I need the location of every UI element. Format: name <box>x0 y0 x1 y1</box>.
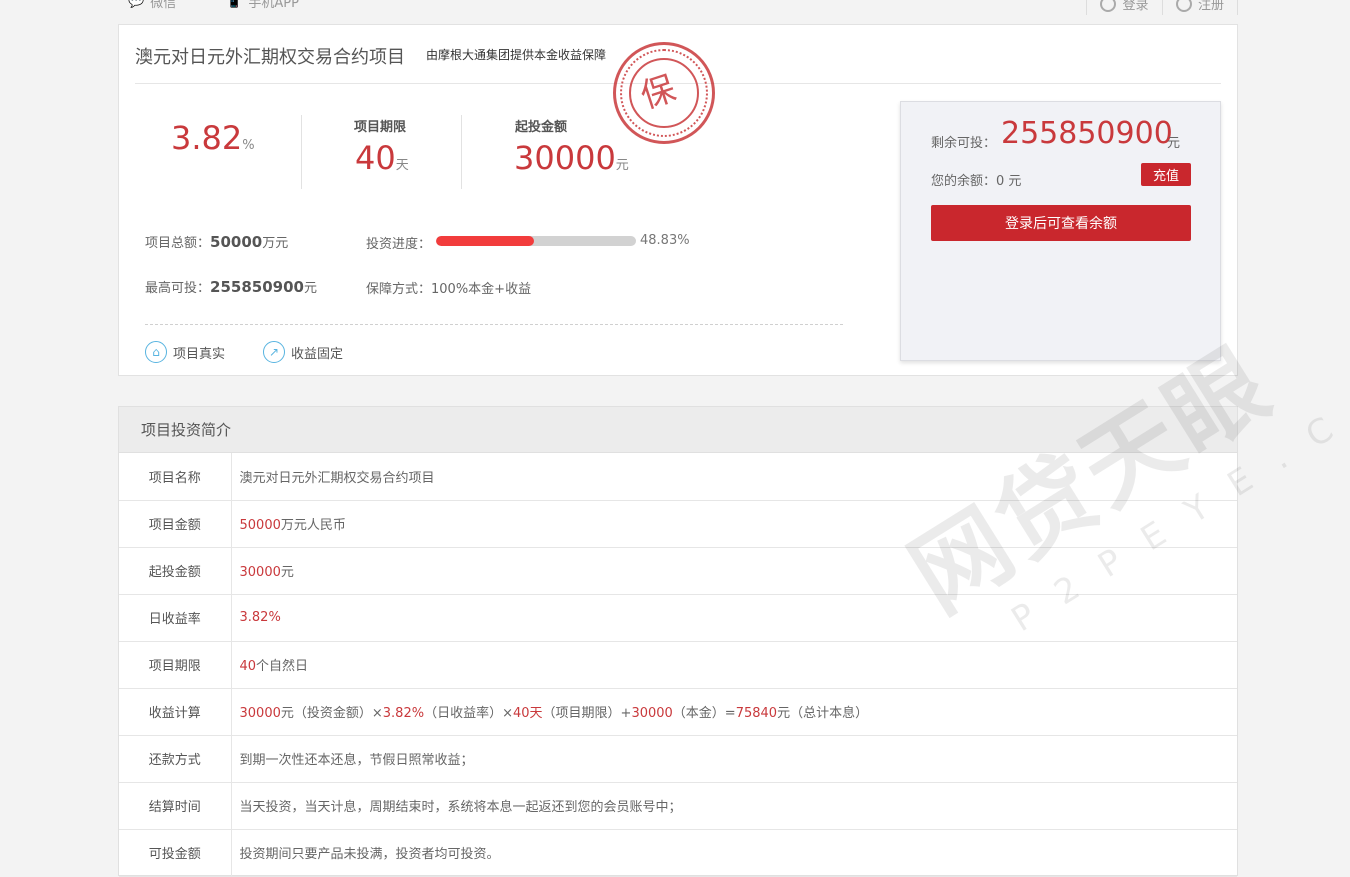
row-key: 项目期限 <box>119 641 232 689</box>
progress-fill <box>436 236 534 246</box>
row-value: 到期一次性还本还息，节假日照常收益； <box>231 735 1237 783</box>
row-key: 还款方式 <box>119 735 232 783</box>
user-icon <box>1100 0 1117 12</box>
guarantee-stamp: 保 <box>613 42 715 144</box>
row-key: 收益计算 <box>119 688 232 736</box>
row-value: 50000万元人民币 <box>231 500 1237 548</box>
table-row: 项目期限 40个自然日 <box>119 641 1237 689</box>
remaining-value: 255850900 <box>1001 116 1173 151</box>
table-row: 还款方式 到期一次性还本还息，节假日照常收益； <box>119 735 1237 783</box>
project-card: 澳元对日元外汇期权交易合约项目 由摩根大通集团提供本金收益保障 保 3.82% … <box>118 24 1238 376</box>
top-bar: 💬 微信 📱 手机APP 登录 注册 <box>0 0 1350 15</box>
house-icon: ⌂ <box>145 341 167 363</box>
row-key: 项目名称 <box>119 453 232 501</box>
table-row: 可投金额 投资期间只要产品未投满，投资者均可投资。 <box>119 829 1237 877</box>
top-right-links: 登录 注册 <box>1086 0 1238 15</box>
phone-icon: 📱 <box>226 0 243 9</box>
project-title: 澳元对日元外汇期权交易合约项目 <box>135 47 405 68</box>
feature-real: ⌂ 项目真实 <box>145 341 225 363</box>
row-value: 30000元（投资金额）×3.82%（日收益率）×40天（项目期限）+30000… <box>231 688 1237 736</box>
row-value: 当天投资，当天计息，周期结束时，系统将本息一起返还到您的会员账号中； <box>231 782 1237 830</box>
trend-icon: ↗ <box>263 341 285 363</box>
feature-fixed: ↗ 收益固定 <box>263 341 343 363</box>
wechat-link[interactable]: 💬 微信 <box>128 0 176 11</box>
row-key: 可投金额 <box>119 829 232 877</box>
guarantee-note: 由摩根大通集团提供本金收益保障 <box>426 48 607 62</box>
guarantee-method: 保障方式：100%本金+收益 <box>366 282 532 297</box>
min-invest-label: 起投金额 <box>515 120 568 135</box>
wechat-icon: 💬 <box>128 0 145 9</box>
recharge-button[interactable]: 充值 <box>1141 163 1191 186</box>
top-left-links: 💬 微信 📱 手机APP <box>128 0 299 11</box>
term-stat: 40天 <box>355 139 409 177</box>
table-row: 收益计算 30000元（投资金额）×3.82%（日收益率）×40天（项目期限）+3… <box>119 688 1237 736</box>
table-row: 起投金额 30000元 <box>119 547 1237 595</box>
row-key: 起投金额 <box>119 547 232 595</box>
stat-divider <box>461 115 462 189</box>
term-label: 项目期限 <box>354 120 407 135</box>
stat-divider <box>301 115 302 189</box>
row-key: 项目金额 <box>119 500 232 548</box>
row-key: 日收益率 <box>119 594 232 642</box>
login-link[interactable]: 登录 <box>1086 0 1162 15</box>
invest-panel: 剩余可投： 255850900 元 您的余额：0 元 充值 登录后可查看余额 <box>900 101 1221 361</box>
table-row: 项目金额 50000万元人民币 <box>119 500 1237 548</box>
intro-table: 项目名称 澳元对日元外汇期权交易合约项目 项目金额 50000万元人民币 起投金额 3… <box>119 453 1237 877</box>
row-key: 结算时间 <box>119 782 232 830</box>
progress-label: 投资进度： <box>366 237 432 252</box>
remaining-label: 剩余可投： <box>931 136 997 151</box>
max-invest: 最高可投：255850900元 <box>145 278 317 296</box>
table-row: 日收益率 3.82% <box>119 594 1237 642</box>
row-value: 澳元对日元外汇期权交易合约项目 <box>231 453 1237 501</box>
app-link[interactable]: 📱 手机APP <box>226 0 299 11</box>
clock-icon <box>1175 0 1192 12</box>
dashed-divider <box>145 324 843 325</box>
min-invest-stat: 30000元 <box>514 139 629 177</box>
row-value: 3.82% <box>231 594 1237 642</box>
balance-text: 您的余额：0 元 <box>931 174 1022 189</box>
remaining-unit: 元 <box>1167 136 1181 151</box>
progress-bar <box>436 236 636 246</box>
total-amount: 项目总额：50000万元 <box>145 233 289 251</box>
row-value: 40个自然日 <box>231 641 1237 689</box>
row-value: 30000元 <box>231 547 1237 595</box>
login-to-view-button[interactable]: 登录后可查看余额 <box>931 205 1191 241</box>
table-row: 结算时间 当天投资，当天计息，周期结束时，系统将本息一起返还到您的会员账号中； <box>119 782 1237 830</box>
progress-value: 48.83% <box>640 233 690 248</box>
register-link[interactable]: 注册 <box>1162 0 1238 15</box>
rate-stat: 3.82% <box>171 119 255 157</box>
investment-intro: 项目投资简介 项目名称 澳元对日元外汇期权交易合约项目 项目金额 50000万元人民… <box>118 406 1238 877</box>
table-row: 项目名称 澳元对日元外汇期权交易合约项目 <box>119 453 1237 501</box>
intro-heading: 项目投资简介 <box>119 407 1237 453</box>
row-value: 投资期间只要产品未投满，投资者均可投资。 <box>231 829 1237 877</box>
